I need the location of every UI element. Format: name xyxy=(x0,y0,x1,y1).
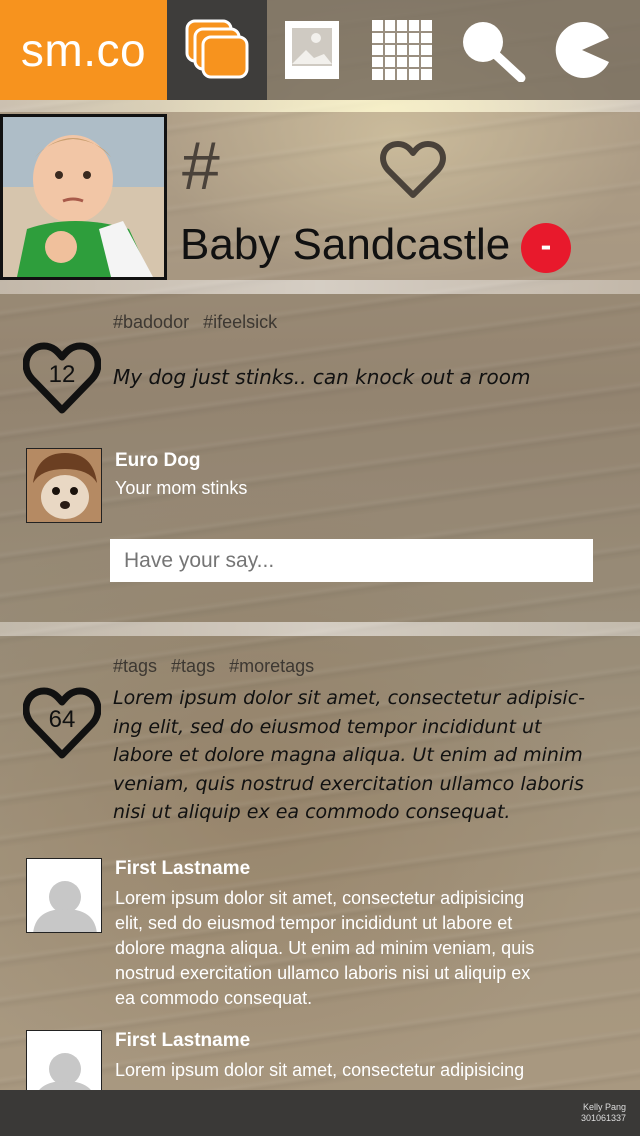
nav-item-stack[interactable] xyxy=(167,0,267,100)
stack-icon xyxy=(185,19,249,79)
search-icon xyxy=(463,22,526,82)
post-text-line: nisi ut aliquip ex ea commodo consequat. xyxy=(113,801,511,823)
post-tags: #tags #tags #moretags xyxy=(113,656,328,677)
post-text-line: Lorem ipsum dolor sit amet, consectetur … xyxy=(113,687,585,709)
like-count: 64 xyxy=(48,706,76,733)
nav-item-search[interactable] xyxy=(447,0,537,100)
nav-item-pacman[interactable] xyxy=(537,0,627,100)
post-text: My dog just stinks.. can knock out a roo… xyxy=(113,365,531,389)
like-counter[interactable]: 12 xyxy=(22,341,102,415)
like-count: 12 xyxy=(48,361,76,388)
heart-outline-icon xyxy=(380,141,446,198)
comment-text-line: Lorem ipsum dolor sit amet, consectetur … xyxy=(115,1060,525,1080)
baby-photo xyxy=(3,117,164,277)
user-placeholder-icon xyxy=(33,881,97,932)
profile-heart-icon[interactable] xyxy=(380,140,446,205)
logo[interactable]: sm.co xyxy=(0,0,167,100)
tag-link[interactable]: #tags xyxy=(113,656,157,676)
post-text-line: labore et dolore magna aliqua. Ut enim a… xyxy=(113,744,583,766)
profile-hash[interactable]: # xyxy=(182,132,220,200)
author-name: Kelly Pang xyxy=(582,1102,626,1112)
tag-link[interactable]: #moretags xyxy=(229,656,314,676)
footer-credit: Kelly Pang 301061337 xyxy=(581,1102,626,1124)
tag-link[interactable]: #badodor xyxy=(113,312,189,332)
comment-author[interactable]: First Lastname xyxy=(115,858,250,880)
author-id: 301061337 xyxy=(580,1113,626,1123)
comment-text-line: elit, sed do eiusmod tempor incididunt u… xyxy=(115,913,513,933)
section-divider xyxy=(0,622,640,636)
comment-text: Your mom stinks xyxy=(115,478,248,498)
pacman-icon xyxy=(555,21,609,78)
top-nav: sm.co xyxy=(0,0,640,100)
like-counter[interactable]: 64 xyxy=(22,686,102,760)
nav-divider xyxy=(0,100,640,112)
section-divider xyxy=(0,280,640,294)
tag-link[interactable]: #ifeelsick xyxy=(203,312,277,332)
post-text-line: ing elit, sed do eiusmod tempor incididu… xyxy=(113,715,542,738)
image-icon xyxy=(285,21,339,79)
comment-text-line: nostrud exercitation ullamco laboris nis… xyxy=(115,963,531,983)
comment-author[interactable]: First Lastname xyxy=(115,1030,250,1052)
comment-text-line: ea commodo consequat. xyxy=(115,988,313,1008)
comment-input[interactable] xyxy=(110,539,593,582)
post-card: #tags #tags #moretags 64 Lorem ipsum dolor… xyxy=(0,636,640,1105)
calendar-icon xyxy=(372,20,432,80)
post-text: Lorem ipsum dolor sit amet, consectetur … xyxy=(113,684,585,827)
post-tags: #badodor #ifeelsick xyxy=(113,312,291,333)
comment-avatar[interactable] xyxy=(26,448,102,523)
footer-bar: Kelly Pang 301061337 xyxy=(0,1090,640,1136)
comment-text: Lorem ipsum dolor sit amet, consectetur … xyxy=(115,886,534,1011)
nav-item-image[interactable] xyxy=(267,0,357,100)
post-text-line: veniam, quis nostrud exercitation ullamc… xyxy=(113,772,584,795)
comment-author[interactable]: Euro Dog xyxy=(115,450,201,472)
comment-text-line: dolore magna aliqua. Ut enim ad minim ve… xyxy=(115,938,535,958)
comment-text: Lorem ipsum dolor sit amet, consectetur … xyxy=(115,1058,524,1083)
dog-photo xyxy=(27,449,101,522)
profile-name: Baby Sandcastle xyxy=(180,220,511,269)
comment-avatar[interactable] xyxy=(26,858,102,933)
profile-header: # Baby Sandcastle - xyxy=(0,112,640,280)
post-card: #badodor #ifeelsick 12 My dog just stinks… xyxy=(0,294,640,622)
tag-link[interactable]: #tags xyxy=(171,656,215,676)
nav-item-calendar[interactable] xyxy=(357,0,447,100)
comment-text-line: Lorem ipsum dolor sit amet, consectetur … xyxy=(115,888,525,908)
profile-avatar[interactable] xyxy=(0,114,167,280)
remove-button[interactable]: - xyxy=(521,223,571,273)
